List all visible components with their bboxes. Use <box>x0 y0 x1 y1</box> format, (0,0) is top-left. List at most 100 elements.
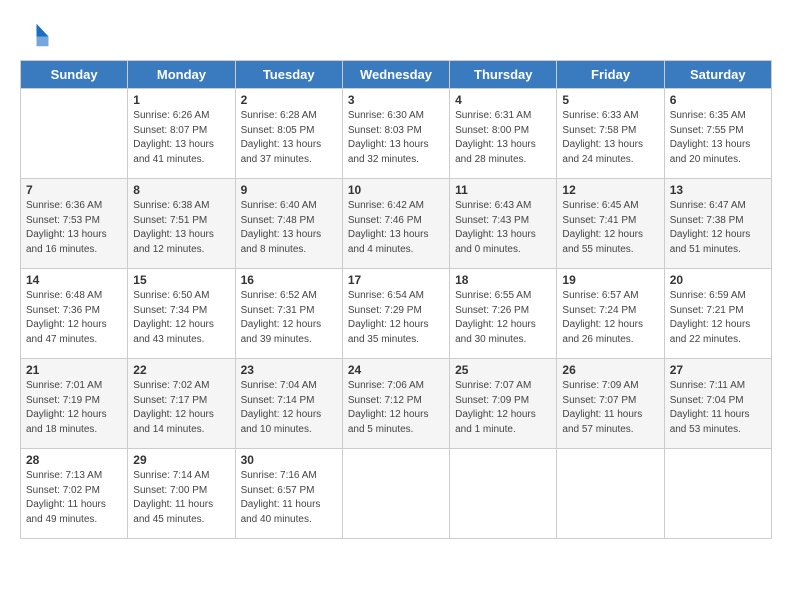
day-number: 28 <box>26 453 122 467</box>
day-info: Sunrise: 6:36 AM Sunset: 7:53 PM Dayligh… <box>26 199 122 257</box>
day-number: 25 <box>455 363 551 377</box>
day-info: Sunrise: 7:06 AM Sunset: 7:12 PM Dayligh… <box>348 379 444 437</box>
day-info: Sunrise: 7:04 AM Sunset: 7:14 PM Dayligh… <box>241 379 337 437</box>
day-number: 22 <box>133 363 229 377</box>
day-info: Sunrise: 6:55 AM Sunset: 7:26 PM Dayligh… <box>455 289 551 347</box>
day-number: 14 <box>26 273 122 287</box>
weekday-header-friday: Friday <box>557 61 664 89</box>
day-info: Sunrise: 7:02 AM Sunset: 7:17 PM Dayligh… <box>133 379 229 437</box>
day-info: Sunrise: 7:07 AM Sunset: 7:09 PM Dayligh… <box>455 379 551 437</box>
page-header <box>20 20 772 50</box>
day-number: 2 <box>241 93 337 107</box>
day-number: 3 <box>348 93 444 107</box>
day-number: 5 <box>562 93 658 107</box>
day-number: 15 <box>133 273 229 287</box>
day-number: 8 <box>133 183 229 197</box>
calendar-table: SundayMondayTuesdayWednesdayThursdayFrid… <box>20 60 772 539</box>
day-info: Sunrise: 6:57 AM Sunset: 7:24 PM Dayligh… <box>562 289 658 347</box>
day-info: Sunrise: 6:31 AM Sunset: 8:00 PM Dayligh… <box>455 109 551 167</box>
calendar-cell <box>450 449 557 539</box>
day-info: Sunrise: 6:52 AM Sunset: 7:31 PM Dayligh… <box>241 289 337 347</box>
day-number: 21 <box>26 363 122 377</box>
day-number: 10 <box>348 183 444 197</box>
day-info: Sunrise: 6:30 AM Sunset: 8:03 PM Dayligh… <box>348 109 444 167</box>
day-number: 16 <box>241 273 337 287</box>
day-number: 20 <box>670 273 766 287</box>
calendar-cell: 17Sunrise: 6:54 AM Sunset: 7:29 PM Dayli… <box>342 269 449 359</box>
day-number: 9 <box>241 183 337 197</box>
week-row-5: 28 Sunrise: 7:13 AM Sunset: 7:02 PM Dayli… <box>21 449 772 539</box>
day-number: 19 <box>562 273 658 287</box>
calendar-cell: 25 Sunrise: 7:07 AM Sunset: 7:09 PM Dayli… <box>450 359 557 449</box>
day-number: 1 <box>133 93 229 107</box>
day-number: 4 <box>455 93 551 107</box>
day-number: 23 <box>241 363 337 377</box>
logo <box>20 20 52 50</box>
calendar-cell: 2Sunrise: 6:28 AM Sunset: 8:05 PM Daylig… <box>235 89 342 179</box>
weekday-header-saturday: Saturday <box>664 61 771 89</box>
logo-icon <box>20 20 50 50</box>
week-row-4: 21 Sunrise: 7:01 AM Sunset: 7:19 PM Dayli… <box>21 359 772 449</box>
calendar-cell: 28 Sunrise: 7:13 AM Sunset: 7:02 PM Dayli… <box>21 449 128 539</box>
day-info: Sunrise: 7:01 AM Sunset: 7:19 PM Dayligh… <box>26 379 122 437</box>
weekday-header-monday: Monday <box>128 61 235 89</box>
calendar-cell: 13Sunrise: 6:47 AM Sunset: 7:38 PM Dayli… <box>664 179 771 269</box>
week-row-2: 7 Sunrise: 6:36 AM Sunset: 7:53 PM Daylig… <box>21 179 772 269</box>
calendar-cell: 14 Sunrise: 6:48 AM Sunset: 7:36 PM Dayli… <box>21 269 128 359</box>
day-info: Sunrise: 6:33 AM Sunset: 7:58 PM Dayligh… <box>562 109 658 167</box>
day-number: 30 <box>241 453 337 467</box>
day-info: Sunrise: 6:50 AM Sunset: 7:34 PM Dayligh… <box>133 289 229 347</box>
day-info: Sunrise: 7:13 AM Sunset: 7:02 PM Dayligh… <box>26 469 122 527</box>
day-info: Sunrise: 6:42 AM Sunset: 7:46 PM Dayligh… <box>348 199 444 257</box>
day-info: Sunrise: 7:14 AM Sunset: 7:00 PM Dayligh… <box>133 469 229 527</box>
calendar-cell <box>557 449 664 539</box>
day-number: 18 <box>455 273 551 287</box>
day-info: Sunrise: 6:59 AM Sunset: 7:21 PM Dayligh… <box>670 289 766 347</box>
calendar-cell: 22 Sunrise: 7:02 AM Sunset: 7:17 PM Dayli… <box>128 359 235 449</box>
day-info: Sunrise: 6:54 AM Sunset: 7:29 PM Dayligh… <box>348 289 444 347</box>
calendar-cell: 6 Sunrise: 6:35 AM Sunset: 7:55 PM Daylig… <box>664 89 771 179</box>
day-info: Sunrise: 6:48 AM Sunset: 7:36 PM Dayligh… <box>26 289 122 347</box>
day-info: Sunrise: 6:26 AM Sunset: 8:07 PM Dayligh… <box>133 109 229 167</box>
calendar-cell: 15 Sunrise: 6:50 AM Sunset: 7:34 PM Dayli… <box>128 269 235 359</box>
day-info: Sunrise: 7:09 AM Sunset: 7:07 PM Dayligh… <box>562 379 658 437</box>
calendar-cell: 12Sunrise: 6:45 AM Sunset: 7:41 PM Dayli… <box>557 179 664 269</box>
day-info: Sunrise: 6:47 AM Sunset: 7:38 PM Dayligh… <box>670 199 766 257</box>
calendar-cell: 23 Sunrise: 7:04 AM Sunset: 7:14 PM Dayli… <box>235 359 342 449</box>
day-number: 29 <box>133 453 229 467</box>
calendar-cell <box>342 449 449 539</box>
calendar-cell: 18 Sunrise: 6:55 AM Sunset: 7:26 PM Dayli… <box>450 269 557 359</box>
day-number: 27 <box>670 363 766 377</box>
calendar-cell <box>664 449 771 539</box>
day-info: Sunrise: 7:11 AM Sunset: 7:04 PM Dayligh… <box>670 379 766 437</box>
weekday-header-wednesday: Wednesday <box>342 61 449 89</box>
calendar-cell: 29 Sunrise: 7:14 AM Sunset: 7:00 PM Dayli… <box>128 449 235 539</box>
calendar-cell: 4 Sunrise: 6:31 AM Sunset: 8:00 PM Daylig… <box>450 89 557 179</box>
calendar-cell: 8 Sunrise: 6:38 AM Sunset: 7:51 PM Daylig… <box>128 179 235 269</box>
day-number: 24 <box>348 363 444 377</box>
calendar-cell: 27 Sunrise: 7:11 AM Sunset: 7:04 PM Dayli… <box>664 359 771 449</box>
day-info: Sunrise: 6:45 AM Sunset: 7:41 PM Dayligh… <box>562 199 658 257</box>
weekday-header-row: SundayMondayTuesdayWednesdayThursdayFrid… <box>21 61 772 89</box>
day-info: Sunrise: 6:43 AM Sunset: 7:43 PM Dayligh… <box>455 199 551 257</box>
day-info: Sunrise: 7:16 AM Sunset: 6:57 PM Dayligh… <box>241 469 337 527</box>
week-row-1: 1 Sunrise: 6:26 AM Sunset: 8:07 PM Daylig… <box>21 89 772 179</box>
day-info: Sunrise: 6:35 AM Sunset: 7:55 PM Dayligh… <box>670 109 766 167</box>
day-number: 11 <box>455 183 551 197</box>
calendar-cell <box>21 89 128 179</box>
day-number: 7 <box>26 183 122 197</box>
calendar-cell: 5 Sunrise: 6:33 AM Sunset: 7:58 PM Daylig… <box>557 89 664 179</box>
calendar-cell: 9Sunrise: 6:40 AM Sunset: 7:48 PM Daylig… <box>235 179 342 269</box>
calendar-cell: 26 Sunrise: 7:09 AM Sunset: 7:07 PM Dayli… <box>557 359 664 449</box>
weekday-header-sunday: Sunday <box>21 61 128 89</box>
day-number: 26 <box>562 363 658 377</box>
calendar-cell: 7 Sunrise: 6:36 AM Sunset: 7:53 PM Daylig… <box>21 179 128 269</box>
calendar-cell: 3 Sunrise: 6:30 AM Sunset: 8:03 PM Daylig… <box>342 89 449 179</box>
day-info: Sunrise: 6:38 AM Sunset: 7:51 PM Dayligh… <box>133 199 229 257</box>
day-number: 6 <box>670 93 766 107</box>
calendar-cell: 21 Sunrise: 7:01 AM Sunset: 7:19 PM Dayli… <box>21 359 128 449</box>
weekday-header-tuesday: Tuesday <box>235 61 342 89</box>
calendar-cell: 20 Sunrise: 6:59 AM Sunset: 7:21 PM Dayli… <box>664 269 771 359</box>
calendar-cell: 30 Sunrise: 7:16 AM Sunset: 6:57 PM Dayli… <box>235 449 342 539</box>
calendar-cell: 11 Sunrise: 6:43 AM Sunset: 7:43 PM Dayli… <box>450 179 557 269</box>
